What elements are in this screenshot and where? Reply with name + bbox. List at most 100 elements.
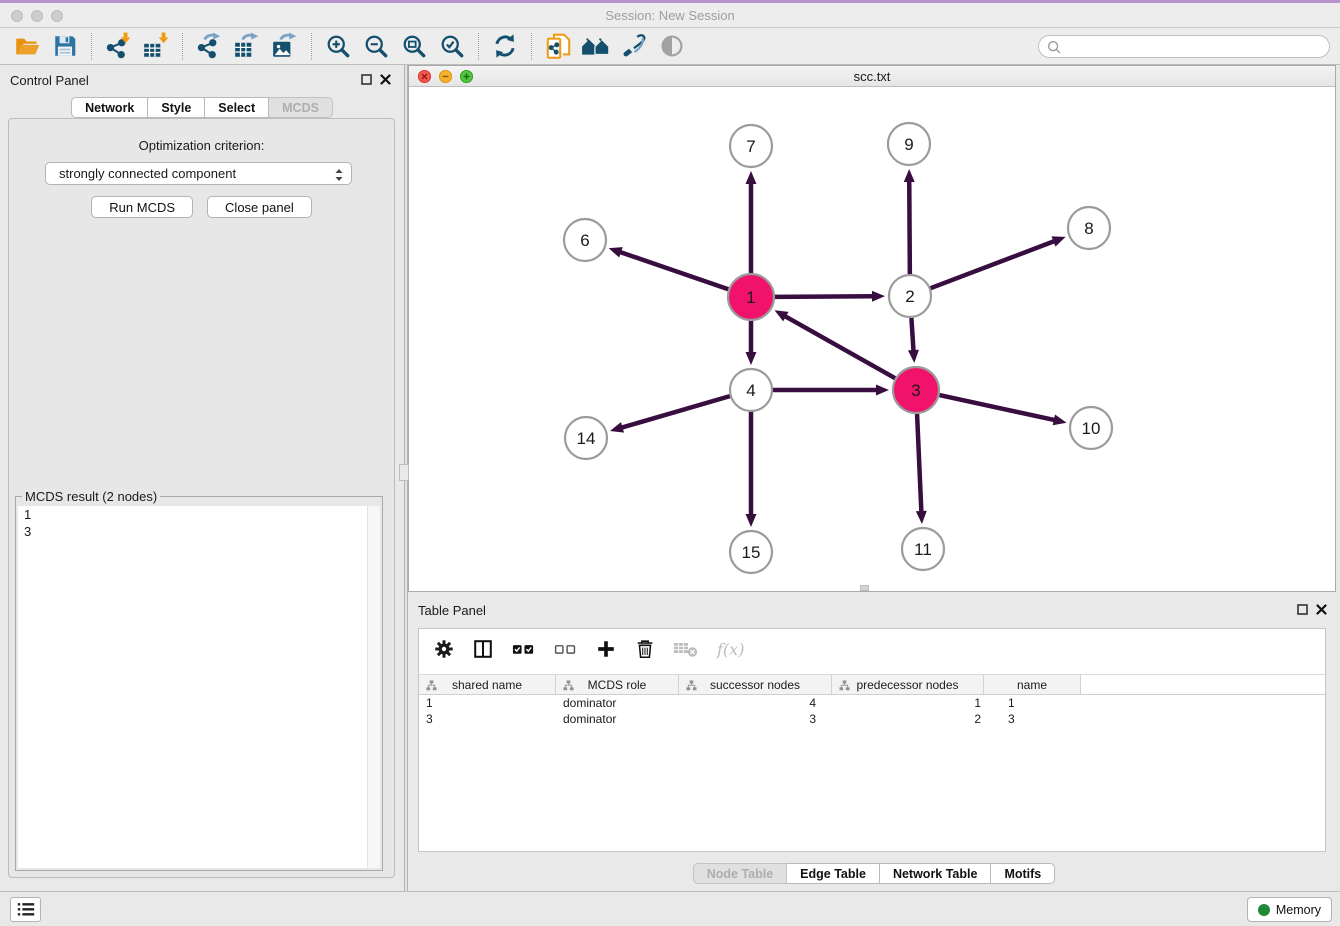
show-panels-button[interactable]: [10, 897, 41, 922]
network-canvas[interactable]: 7 9 6 8 1 2 4 3 14 10 15 11: [409, 88, 1335, 591]
delete-table-button[interactable]: [673, 638, 699, 660]
graph-edge-4-14[interactable]: [610, 396, 730, 433]
graph-edge-4-15[interactable]: [746, 412, 757, 527]
network-window-titlebar: scc.txt: [409, 66, 1335, 87]
network-close-button[interactable]: [418, 70, 431, 83]
graph-node-11[interactable]: 11: [902, 528, 944, 570]
save-icon: [52, 33, 78, 59]
table-row[interactable]: 1dominator411: [419, 695, 1325, 711]
memory-button[interactable]: Memory: [1247, 897, 1332, 922]
result-item[interactable]: 3: [18, 523, 380, 540]
result-item[interactable]: 1: [18, 506, 380, 523]
graph-edge-1-6[interactable]: [609, 247, 729, 289]
cell-mcds-role[interactable]: dominator: [556, 712, 679, 726]
add-column-button[interactable]: [595, 638, 617, 660]
tab-edge-table[interactable]: Edge Table: [787, 863, 880, 884]
graph-node-2[interactable]: 2: [889, 275, 931, 317]
houses-icon: [581, 33, 611, 59]
graph-node-4[interactable]: 4: [730, 369, 772, 411]
close-panel-button[interactable]: Close panel: [207, 196, 312, 218]
graph-edge-2-9[interactable]: [904, 169, 915, 274]
graph-node-15[interactable]: 15: [730, 531, 772, 573]
table-row[interactable]: 3dominator323: [419, 711, 1325, 727]
open-folder-button[interactable]: [8, 31, 46, 62]
graph-edge-1-4[interactable]: [746, 321, 757, 365]
save-button[interactable]: [46, 31, 84, 62]
network-minimize-button[interactable]: [439, 70, 452, 83]
graph-edge-2-3[interactable]: [908, 318, 919, 363]
tab-network[interactable]: Network: [71, 97, 148, 118]
zoom-selected-button[interactable]: [433, 31, 471, 62]
canvas-resize-handle[interactable]: [860, 585, 869, 591]
graph-edge-2-8[interactable]: [931, 236, 1066, 288]
network-view-window: scc.txt 7 9 6 8 1 2 4 3 14 10 15 11: [408, 65, 1336, 592]
column-header-shared-name[interactable]: shared name: [419, 675, 556, 694]
duplicate-network-button[interactable]: [539, 31, 577, 62]
refresh-button[interactable]: [486, 31, 524, 62]
column-header-successor-nodes[interactable]: successor nodes: [679, 675, 832, 694]
cell-predecessor-nodes[interactable]: 2: [832, 712, 984, 726]
node-table: shared name MCDS rolesuccessor nodesprede…: [419, 674, 1325, 727]
graph-node-8[interactable]: 8: [1068, 207, 1110, 249]
tab-node-table[interactable]: Node Table: [693, 863, 787, 884]
table-panel-close-button[interactable]: [1316, 604, 1327, 615]
gear-button[interactable]: [433, 638, 455, 660]
column-header-name[interactable]: name: [984, 675, 1081, 694]
tab-style[interactable]: Style: [148, 97, 205, 118]
cell-name[interactable]: 1: [984, 696, 1081, 710]
graph-node-10[interactable]: 10: [1070, 407, 1112, 449]
deselect-all-checkbox-button[interactable]: [553, 638, 578, 660]
graph-node-3[interactable]: 3: [893, 367, 939, 413]
export-image-button[interactable]: [266, 31, 304, 62]
graph-node-9[interactable]: 9: [888, 123, 930, 165]
network-zoom-button[interactable]: [460, 70, 473, 83]
select-all-checkbox-button[interactable]: [511, 638, 536, 660]
refresh-icon: [492, 33, 518, 59]
cell-successor-nodes[interactable]: 3: [679, 712, 832, 726]
zoom-fit-button[interactable]: [395, 31, 433, 62]
search-input[interactable]: [1065, 38, 1329, 56]
panel-splitter-handle[interactable]: [399, 464, 409, 481]
run-mcds-button[interactable]: Run MCDS: [91, 196, 193, 218]
column-header-predecessor-nodes[interactable]: predecessor nodes: [832, 675, 984, 694]
graph-node-1[interactable]: 1: [728, 274, 774, 320]
tab-mcds[interactable]: MCDS: [269, 97, 333, 118]
cell-predecessor-nodes[interactable]: 1: [832, 696, 984, 710]
columns-button[interactable]: [472, 638, 494, 660]
graph-edge-3-10[interactable]: [939, 395, 1066, 425]
delete-column-button[interactable]: [634, 638, 656, 660]
cell-name[interactable]: 3: [984, 712, 1081, 726]
cell-shared-name[interactable]: 1: [419, 696, 556, 710]
export-network-button[interactable]: [190, 31, 228, 62]
criterion-select[interactable]: strongly connected component: [45, 162, 352, 185]
table-panel-float-button[interactable]: [1297, 604, 1308, 615]
apply-style-button[interactable]: [615, 31, 653, 62]
column-header-mcds-role[interactable]: MCDS role: [556, 675, 679, 694]
column-header-label: shared name: [452, 678, 522, 692]
result-scrollbar[interactable]: [367, 506, 380, 868]
graph-node-7[interactable]: 7: [730, 125, 772, 167]
graph-edge-3-11[interactable]: [916, 414, 927, 524]
graph-node-14[interactable]: 14: [565, 417, 607, 459]
tab-network-table[interactable]: Network Table: [880, 863, 992, 884]
control-panel-close-button[interactable]: [380, 74, 391, 85]
cell-shared-name[interactable]: 3: [419, 712, 556, 726]
import-network-button[interactable]: [99, 31, 137, 62]
graph-edge-1-7[interactable]: [746, 171, 757, 273]
zoom-in-button[interactable]: [319, 31, 357, 62]
function-builder-button[interactable]: f(x): [716, 638, 746, 660]
houses-button[interactable]: [577, 31, 615, 62]
cell-mcds-role[interactable]: dominator: [556, 696, 679, 710]
graph-edge-4-3[interactable]: [773, 385, 889, 396]
graphics-details-button[interactable]: [653, 31, 691, 62]
zoom-out-button[interactable]: [357, 31, 395, 62]
control-panel-float-button[interactable]: [361, 74, 372, 85]
graph-edge-1-2[interactable]: [775, 291, 885, 302]
cell-successor-nodes[interactable]: 4: [679, 696, 832, 710]
graph-edge-3-1[interactable]: [775, 310, 896, 378]
graph-node-6[interactable]: 6: [564, 219, 606, 261]
tab-select[interactable]: Select: [205, 97, 269, 118]
export-table-button[interactable]: [228, 31, 266, 62]
import-table-button[interactable]: [137, 31, 175, 62]
tab-motifs[interactable]: Motifs: [991, 863, 1055, 884]
